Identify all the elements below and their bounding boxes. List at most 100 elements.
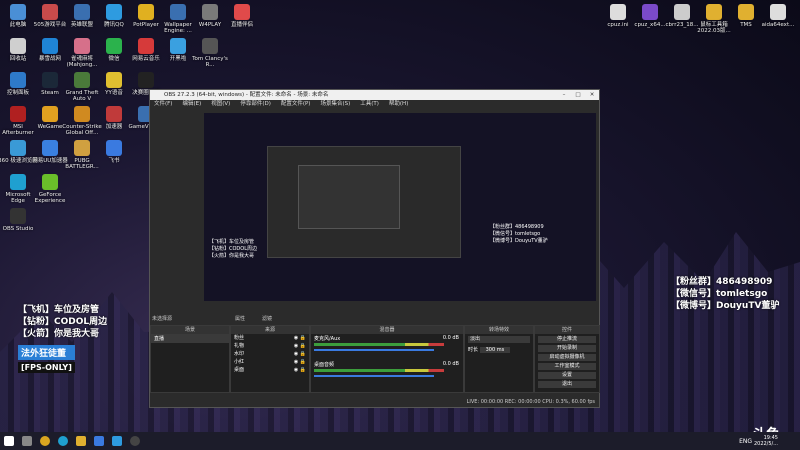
desktop-icon[interactable]: 飞书 <box>94 140 134 164</box>
app-icon <box>138 4 154 20</box>
menu-item[interactable]: 停靠部件(D) <box>240 100 271 109</box>
sources-list: 粉丝 ◉ 🔒 礼物 ◉ 🔒 水印 ◉ 🔒 小红 ◉ 🔒 桌面 ◉ 🔒 <box>231 334 309 374</box>
control-button[interactable]: 停止推流 <box>538 336 596 343</box>
app-icon <box>74 38 90 54</box>
close-icon[interactable]: ✕ <box>585 90 599 100</box>
transition-select[interactable]: 淡出 <box>468 336 530 343</box>
app-icon <box>42 72 58 88</box>
duration-label: 时长 <box>468 347 479 353</box>
app-icon <box>106 106 122 122</box>
menu-item[interactable]: 工具(T) <box>360 100 379 109</box>
windows-start-icon[interactable] <box>4 436 14 446</box>
visibility-lock-icon[interactable]: ◉ 🔒 <box>294 350 306 358</box>
fan-group-text: 【粉丝群】486498909 <box>671 277 773 287</box>
app-icon <box>170 4 186 20</box>
desktop-icon-label: Tom Clancy's R... <box>192 56 228 68</box>
obs-taskbar-icon[interactable] <box>130 436 140 446</box>
minimize-icon[interactable]: – <box>557 90 571 100</box>
chrome-icon[interactable] <box>40 436 50 446</box>
app-icon <box>170 38 186 54</box>
desktop-icon[interactable]: OBS Studio <box>0 208 38 232</box>
transitions-title: 转场特效 <box>465 326 533 334</box>
control-button[interactable]: 工作室模式 <box>538 363 596 370</box>
app-icon <box>10 140 26 156</box>
scenes-title: 场景 <box>151 326 229 334</box>
no-source-label: 未选择源 <box>152 316 173 322</box>
visibility-lock-icon[interactable]: ◉ 🔒 <box>294 358 306 366</box>
menu-item[interactable]: 场景集合(S) <box>320 100 350 109</box>
control-button[interactable]: 设置 <box>538 372 596 379</box>
source-item[interactable]: 水印 ◉ 🔒 <box>231 350 309 358</box>
properties-button[interactable]: 属性 <box>235 314 245 324</box>
volume-slider[interactable] <box>314 349 434 351</box>
visibility-lock-icon[interactable]: ◉ 🔒 <box>294 342 306 350</box>
mixer-channel: 桌面音频 0.0 dB <box>311 360 463 386</box>
gift-line-3: 【火箭】你是我大哥 <box>18 329 100 339</box>
clock[interactable]: 19:45 2022/5/... <box>754 435 778 447</box>
visibility-lock-icon[interactable]: ◉ 🔒 <box>294 334 306 342</box>
duration-input[interactable]: 300 ms <box>479 347 511 353</box>
gift-info-overlay: 【飞机】车位及房管 【钻粉】CODOL周边 【火箭】你是我大哥 <box>18 304 107 340</box>
channel-db: 0.0 dB <box>442 335 459 341</box>
app-icon <box>42 106 58 122</box>
filters-button[interactable]: 滤镜 <box>262 314 272 324</box>
control-button[interactable]: 启动虚拟摄像机 <box>538 354 596 361</box>
qq-icon[interactable] <box>112 436 122 446</box>
transitions-dock: 转场特效 淡出 时长 300 ms <box>464 325 534 393</box>
language-indicator[interactable]: ENG <box>739 438 752 445</box>
task-view-icon[interactable] <box>22 436 32 446</box>
desktop-icon[interactable]: aida64ext... <box>758 4 798 28</box>
source-item[interactable]: 小红 ◉ 🔒 <box>231 358 309 366</box>
app-icon <box>202 38 218 54</box>
app-icon <box>138 72 154 88</box>
volume-meter <box>314 369 444 372</box>
app-icon <box>42 4 58 20</box>
menu-item[interactable]: 视图(V) <box>211 100 230 109</box>
badge-title: 法外狂徒董 <box>18 345 75 360</box>
source-label: 桌面 <box>234 367 245 373</box>
desktop-icon[interactable]: GeForce Experience <box>30 174 70 204</box>
desktop-icon[interactable]: Tom Clancy's R... <box>190 38 230 68</box>
obs-preview[interactable]: 【粉丝群】486498909 【微信号】tomletsgo 【微博号】DouyuTV… <box>204 113 596 301</box>
edge-icon[interactable] <box>58 436 68 446</box>
app-icon <box>202 4 218 20</box>
app-icon <box>10 38 26 54</box>
source-label: 小红 <box>234 359 245 365</box>
mixer-dock: 混音器 麦克风/Aux 0.0 dB 桌面音频 0.0 dB <box>310 325 464 393</box>
control-button[interactable]: 开始录制 <box>538 345 596 352</box>
mixer-channel: 麦克风/Aux 0.0 dB <box>311 334 463 360</box>
menu-item[interactable]: 编辑(E) <box>182 100 201 109</box>
source-label: 粉丝 <box>234 335 245 341</box>
desktop-icon-label: OBS Studio <box>2 226 34 232</box>
file-icon <box>674 4 690 20</box>
folder-icon[interactable] <box>76 436 86 446</box>
maximize-icon[interactable]: □ <box>571 90 585 100</box>
app-icon <box>42 38 58 54</box>
source-item[interactable]: 礼物 ◉ 🔒 <box>231 342 309 350</box>
app-icon <box>74 4 90 20</box>
control-button[interactable]: 退出 <box>538 381 596 388</box>
menu-item[interactable]: 配置文件(P) <box>281 100 311 109</box>
source-item[interactable]: 粉丝 ◉ 🔒 <box>231 334 309 342</box>
scene-item[interactable]: 直播 <box>151 334 229 343</box>
obs-title: OBS 27.2.3 (64-bit, windows) - 配置文件: 未命名… <box>164 92 329 98</box>
file-icon <box>642 4 658 20</box>
store-icon[interactable] <box>94 436 104 446</box>
app-icon <box>10 4 26 20</box>
obs-window[interactable]: OBS 27.2.3 (64-bit, windows) - 配置文件: 未命名… <box>149 89 600 408</box>
desktop-icon[interactable]: 直播伴侣 <box>222 4 262 28</box>
source-item[interactable]: 桌面 ◉ 🔒 <box>231 366 309 374</box>
menu-item[interactable]: 帮助(H) <box>389 100 408 109</box>
controls-dock: 控件 停止推流 开始录制 启动虚拟摄像机 工作室模式 设置 退出 <box>534 325 600 393</box>
visibility-lock-icon[interactable]: ◉ 🔒 <box>294 366 306 374</box>
nested-preview-2 <box>298 165 400 229</box>
menu-item[interactable]: 文件(F) <box>154 100 172 109</box>
scenes-dock: 场景 直播 <box>150 325 230 393</box>
streamer-info-overlay: 【粉丝群】486498909 【微信号】tomletsgo 【微博号】Douyu… <box>671 276 779 312</box>
volume-slider[interactable] <box>314 375 434 377</box>
obs-titlebar[interactable]: OBS 27.2.3 (64-bit, windows) - 配置文件: 未命名… <box>150 90 599 100</box>
gift-line-1: 【飞机】车位及房管 <box>18 305 100 315</box>
desktop-icon-label: aida64ext... <box>761 22 795 28</box>
app-icon <box>106 38 122 54</box>
desktop-icon-label: GeForce Experience <box>34 192 66 204</box>
